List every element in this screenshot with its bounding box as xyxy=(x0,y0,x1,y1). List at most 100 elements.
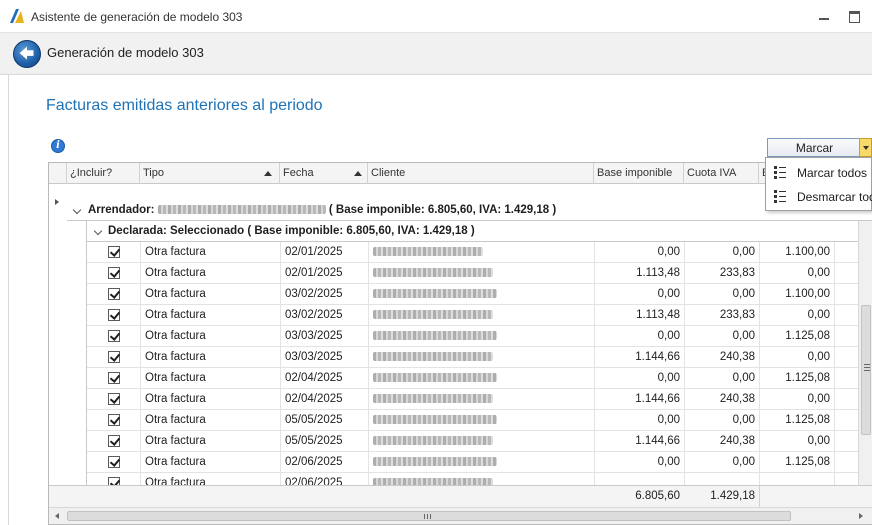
group-row-declarada[interactable]: Declarada: Seleccionado ( Base imponible… xyxy=(86,221,859,242)
totals-row: 6.805,60 1.429,18 xyxy=(49,485,872,508)
column-header-fecha[interactable]: Fecha xyxy=(280,163,368,184)
cliente-cell xyxy=(369,263,595,284)
tipo-cell: Otra factura xyxy=(141,410,281,431)
incluir-cell[interactable] xyxy=(87,263,141,284)
e-cell: 0,00 xyxy=(760,389,835,410)
divider xyxy=(759,486,760,508)
base-imponible-cell: 1.144,66 xyxy=(595,347,685,368)
table-row[interactable]: Otra factura 03/02/2025 0,00 0,00 1.100,00 xyxy=(87,284,859,305)
scroll-grip-icon xyxy=(424,514,431,519)
table-row[interactable]: Otra factura 02/06/2025 0,00 0,00 1.125,08 xyxy=(87,452,859,473)
incluir-cell[interactable] xyxy=(87,410,141,431)
incluir-cell[interactable] xyxy=(87,305,141,326)
cliente-cell xyxy=(369,347,595,368)
back-button[interactable] xyxy=(13,40,41,68)
incluir-cell[interactable] xyxy=(87,431,141,452)
header-corner xyxy=(49,163,67,184)
invoice-rows: Otra factura 02/01/2025 0,00 0,00 1.100,00 Ot… xyxy=(86,242,859,486)
fecha-cell: 02/01/2025 xyxy=(281,263,369,284)
redacted-name xyxy=(157,205,326,215)
cuota-iva-cell: 240,38 xyxy=(685,347,760,368)
horizontal-scrollbar[interactable] xyxy=(49,507,872,524)
incluir-checkbox[interactable] xyxy=(108,435,120,447)
column-header-base-imponible[interactable]: Base imponible xyxy=(594,163,684,184)
incluir-cell[interactable] xyxy=(87,284,141,305)
grid-header: ¿Incluir? Tipo Fecha Cliente Base imponi… xyxy=(49,163,872,184)
marcar-button[interactable]: Marcar xyxy=(767,138,860,157)
restore-button[interactable] xyxy=(846,8,862,24)
table-row[interactable]: Otra factura 02/01/2025 1.113,48 233,83 0,00 xyxy=(87,263,859,284)
group-row-arrendador[interactable]: Arrendador: ( Base imponible: 6.805,60, … xyxy=(67,200,872,221)
tipo-cell: Otra factura xyxy=(141,452,281,473)
cliente-cell xyxy=(369,326,595,347)
incluir-checkbox[interactable] xyxy=(108,246,120,258)
table-row[interactable]: Otra factura 05/05/2025 0,00 0,00 1.125,08 xyxy=(87,410,859,431)
incluir-checkbox[interactable] xyxy=(108,393,120,405)
incluir-cell[interactable] xyxy=(87,347,141,368)
fecha-cell: 02/04/2025 xyxy=(281,389,369,410)
incluir-cell[interactable] xyxy=(87,368,141,389)
divider xyxy=(8,75,9,525)
checklist-icon xyxy=(774,166,786,179)
horizontal-scroll-thumb[interactable] xyxy=(67,511,791,521)
incluir-cell[interactable] xyxy=(87,452,141,473)
column-header-fecha-label: Fecha xyxy=(283,167,314,179)
tipo-cell: Otra factura xyxy=(141,431,281,452)
column-header-cliente[interactable]: Cliente xyxy=(368,163,594,184)
incluir-cell[interactable] xyxy=(87,242,141,263)
cuota-iva-cell: 240,38 xyxy=(685,389,760,410)
fecha-cell: 02/06/2025 xyxy=(281,452,369,473)
vertical-scroll-thumb[interactable] xyxy=(861,305,871,435)
incluir-checkbox[interactable] xyxy=(108,288,120,300)
scroll-left-icon[interactable] xyxy=(55,513,59,519)
e-cell: 0,00 xyxy=(760,263,835,284)
incluir-cell[interactable] xyxy=(87,389,141,410)
window-titlebar: Asistente de generación de modelo 303 xyxy=(0,0,872,33)
cliente-cell xyxy=(369,242,595,263)
tipo-cell: Otra factura xyxy=(141,263,281,284)
info-icon[interactable]: i xyxy=(51,139,65,153)
fecha-cell: 03/02/2025 xyxy=(281,305,369,326)
base-imponible-cell: 0,00 xyxy=(595,242,685,263)
sort-ascending-icon xyxy=(354,171,362,176)
incluir-checkbox[interactable] xyxy=(108,267,120,279)
table-row[interactable]: Otra factura 02/01/2025 0,00 0,00 1.100,00 xyxy=(87,242,859,263)
incluir-checkbox[interactable] xyxy=(108,309,120,321)
table-row[interactable]: Otra factura 05/05/2025 1.144,66 240,38 0,00 xyxy=(87,431,859,452)
scroll-right-icon[interactable] xyxy=(859,513,863,519)
cuota-iva-cell: 233,83 xyxy=(685,263,760,284)
redacted-client-name xyxy=(373,373,497,383)
cuota-iva-cell: 0,00 xyxy=(685,326,760,347)
incluir-checkbox[interactable] xyxy=(108,330,120,342)
redacted-client-name xyxy=(373,352,493,362)
minimize-button[interactable] xyxy=(816,8,832,24)
marcar-menu: Marcar todos Desmarcar todos xyxy=(765,157,872,211)
table-row[interactable]: Otra factura 03/02/2025 1.113,48 233,83 0,00 xyxy=(87,305,859,326)
base-imponible-cell: 1.113,48 xyxy=(595,263,685,284)
menu-item-marcar-todos[interactable]: Marcar todos xyxy=(766,161,872,185)
table-row[interactable]: Otra factura 02/04/2025 1.144,66 240,38 0,00 xyxy=(87,389,859,410)
cliente-cell xyxy=(369,305,595,326)
incluir-checkbox[interactable] xyxy=(108,351,120,363)
column-header-cuota-iva[interactable]: Cuota IVA xyxy=(684,163,759,184)
base-imponible-cell: 0,00 xyxy=(595,368,685,389)
incluir-checkbox[interactable] xyxy=(108,414,120,426)
table-row[interactable]: Otra factura 03/03/2025 1.144,66 240,38 0,00 xyxy=(87,347,859,368)
incluir-checkbox[interactable] xyxy=(108,456,120,468)
tipo-cell: Otra factura xyxy=(141,389,281,410)
incluir-cell[interactable] xyxy=(87,326,141,347)
table-row[interactable]: Otra factura 02/04/2025 0,00 0,00 1.125,08 xyxy=(87,368,859,389)
vertical-scrollbar[interactable] xyxy=(858,221,872,485)
cuota-iva-cell: 0,00 xyxy=(685,284,760,305)
column-header-tipo[interactable]: Tipo xyxy=(140,163,280,184)
group-label-arrendador: Arrendador: ( Base imponible: 6.805,60, … xyxy=(88,204,557,216)
menu-item-label: Desmarcar todos xyxy=(797,190,872,204)
column-header-incluir[interactable]: ¿Incluir? xyxy=(67,163,140,184)
wizard-header: Generación de modelo 303 xyxy=(0,33,872,75)
marcar-dropdown-arrow[interactable] xyxy=(859,138,872,157)
table-row[interactable]: Otra factura 03/03/2025 0,00 0,00 1.125,08 xyxy=(87,326,859,347)
incluir-checkbox[interactable] xyxy=(108,372,120,384)
menu-item-desmarcar-todos[interactable]: Desmarcar todos xyxy=(766,185,872,209)
redacted-client-name xyxy=(373,415,497,425)
wizard-title: Generación de modelo 303 xyxy=(47,45,204,60)
